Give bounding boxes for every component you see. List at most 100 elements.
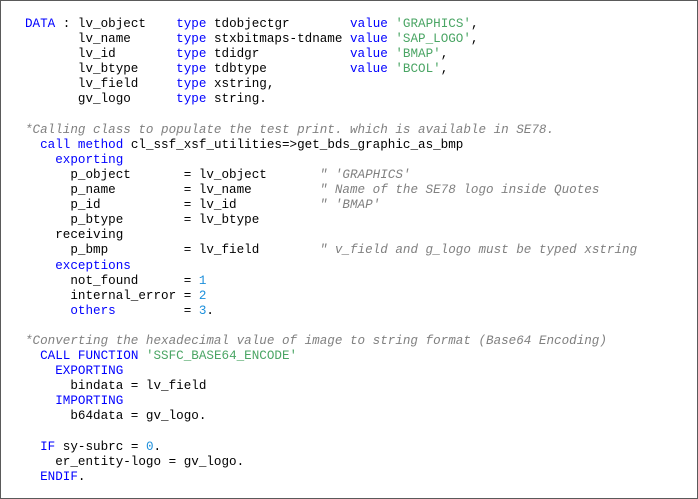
number-literal-token: 2 [198, 288, 207, 303]
keyword-token: ENDIF [40, 469, 78, 484]
code-token: p_btype = lv_btype [25, 213, 260, 228]
code-token: lv_btype [25, 62, 177, 77]
code-line: receiving [25, 228, 637, 243]
code-snippet-frame: DATA : lv_object type tdobjectgr value '… [0, 0, 698, 499]
code-token: . [153, 439, 162, 454]
code-line: lv_btype type tdbtype value 'BCOL', [25, 62, 637, 77]
code-token: tdidgr [206, 47, 350, 62]
code-line: internal_error = 2 [25, 289, 637, 304]
code-token: = [115, 303, 199, 318]
keyword-token: type [176, 17, 207, 31]
code-token: . [206, 303, 214, 318]
code-token: tdbtype [206, 62, 350, 77]
code-line: DATA : lv_object type tdobjectgr value '… [25, 17, 637, 32]
code-line: *Converting the hexadecimal value of ima… [25, 334, 637, 349]
code-line: bindata = lv_field [25, 379, 637, 394]
keyword-token: exceptions [55, 258, 131, 273]
keyword-token: value [349, 47, 388, 62]
number-literal-token: 1 [198, 273, 207, 288]
code-token: , [440, 47, 449, 62]
keyword-token: type [176, 32, 207, 47]
code-line: exporting [25, 153, 637, 168]
code-token: not_found = [25, 273, 199, 288]
keyword-token: IF [40, 439, 56, 454]
comment-token: " v_field and g_logo must be typed xstri… [319, 243, 638, 258]
code-token: stxbitmaps-tdname [206, 32, 350, 47]
code-line: p_id = lv_id " 'BMAP' [25, 198, 637, 213]
comment-token: " 'GRAPHICS' [319, 167, 411, 182]
keyword-token: type [176, 62, 207, 77]
code-token: er_entity-logo = gv_logo. [25, 454, 245, 469]
code-line: lv_name type stxbitmaps-tdname value 'SA… [25, 32, 637, 47]
code-token: p_bmp = lv_field [25, 243, 320, 258]
code-token: gv_logo [25, 92, 177, 107]
string-literal-token: 'GRAPHICS' [395, 17, 471, 31]
code-token: cl_ssf_xsf_utilities=>get_bds_graphic_as… [123, 137, 464, 152]
code-block: DATA : lv_object type tdobjectgr value '… [25, 17, 637, 485]
code-line: ENDIF. [25, 470, 637, 485]
keyword-token: EXPORTING [55, 364, 124, 379]
code-line: b64data = gv_logo. [25, 409, 637, 424]
comment-token: *Calling class to populate the test prin… [25, 122, 555, 137]
code-token: p_id = lv_id [25, 198, 320, 213]
code-token: receiving [25, 228, 124, 243]
keyword-token: CALL FUNCTION [40, 349, 139, 364]
code-line: CALL FUNCTION 'SSFC_BASE64_ENCODE' [25, 349, 637, 364]
code-token: string. [206, 92, 267, 107]
string-literal-token: 'BMAP' [395, 47, 441, 62]
code-token: lv_id [25, 47, 177, 62]
code-token: b64data = gv_logo. [25, 409, 207, 424]
code-line: *Calling class to populate the test prin… [25, 123, 637, 138]
code-line: er_entity-logo = gv_logo. [25, 455, 637, 470]
code-line: gv_logo type string. [25, 92, 637, 107]
code-token: sy-subrc = [55, 439, 146, 454]
code-line: IMPORTING [25, 394, 637, 409]
number-literal-token: 0 [145, 439, 154, 454]
keyword-token: type [176, 77, 207, 92]
keyword-token: value [350, 17, 388, 31]
code-token: bindata = lv_field [25, 379, 207, 394]
keyword-token: call method [40, 137, 124, 152]
keyword-token: value [349, 32, 388, 47]
code-line: IF sy-subrc = 0. [25, 440, 637, 455]
code-token: lv_field [25, 77, 177, 92]
code-token: internal_error = [25, 288, 199, 303]
code-token: xstring, [206, 77, 275, 92]
keyword-token: DATA [25, 17, 56, 31]
comment-token: " 'BMAP' [319, 198, 381, 213]
code-line: call method cl_ssf_xsf_utilities=>get_bd… [25, 138, 637, 153]
keyword-token: value [349, 62, 388, 77]
string-literal-token: 'SSFC_BASE64_ENCODE' [145, 349, 298, 364]
code-line: EXPORTING [25, 364, 637, 379]
code-token: , [470, 32, 479, 47]
keyword-token: exporting [55, 152, 124, 167]
code-line: others = 3. [25, 304, 637, 319]
code-token: lv_name [25, 32, 177, 47]
comment-token: " Name of the SE78 logo inside Quotes [319, 183, 600, 198]
string-literal-token: 'SAP_LOGO' [395, 32, 471, 47]
keyword-token: type [176, 92, 207, 107]
code-line: p_name = lv_name " Name of the SE78 logo… [25, 183, 637, 198]
string-literal-token: 'BCOL' [395, 62, 441, 77]
code-line: lv_field type xstring, [25, 77, 637, 92]
code-line: p_object = lv_object " 'GRAPHICS' [25, 168, 637, 183]
code-token: lv_object [77, 17, 146, 31]
code-token: : [55, 17, 78, 31]
code-line: exceptions [25, 259, 637, 274]
code-token: p_object = lv_object [25, 167, 320, 182]
keyword-token: type [176, 47, 207, 62]
